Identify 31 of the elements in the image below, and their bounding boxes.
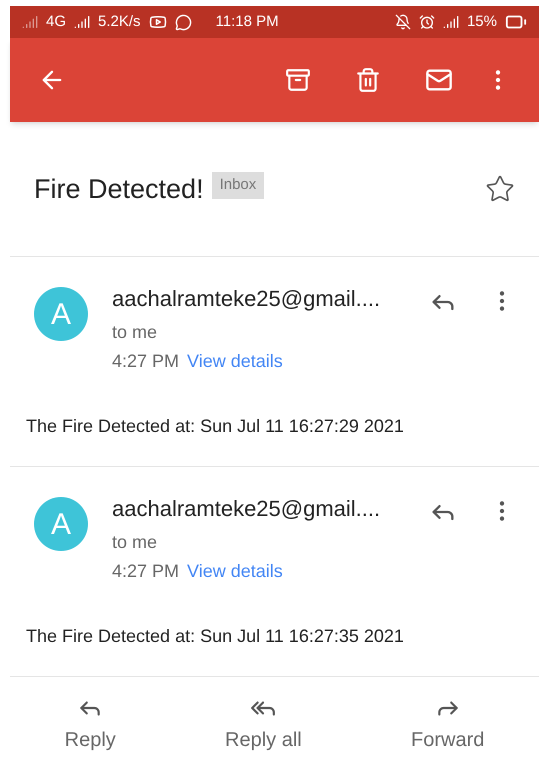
view-details-link[interactable]: View details bbox=[187, 558, 283, 585]
avatar: A bbox=[34, 287, 88, 341]
message-body: The Fire Detected at: Sun Jul 11 16:27:29 2021 bbox=[26, 415, 405, 438]
avatar: A bbox=[34, 497, 88, 551]
clock-time: 11:18 PM bbox=[216, 12, 279, 32]
trash-icon[interactable] bbox=[355, 67, 381, 93]
message-body: The Fire Detected at: Sun Jul 11 16:27:35 2021 bbox=[26, 625, 405, 648]
sender-address: aachalramteke25@gmail.... bbox=[112, 285, 382, 313]
signal-icon bbox=[442, 14, 459, 30]
video-icon bbox=[148, 13, 167, 31]
alarm-icon bbox=[418, 14, 435, 30]
action-button[interactable]: Reply all bbox=[217, 695, 310, 755]
signal-icon bbox=[74, 14, 90, 30]
action-button[interactable]: Forward bbox=[403, 695, 492, 755]
action-button[interactable]: Reply bbox=[56, 695, 124, 755]
sender-address: aachalramteke25@gmail.... bbox=[112, 495, 382, 523]
recipient-text: to me bbox=[112, 531, 158, 554]
network-speed: 5.2K/s bbox=[98, 12, 141, 32]
star-icon[interactable] bbox=[485, 174, 515, 204]
battery-percent: 15% bbox=[466, 12, 497, 32]
mute-icon bbox=[394, 14, 411, 30]
archive-icon[interactable] bbox=[285, 67, 311, 93]
inbox-label: Inbox bbox=[212, 172, 264, 198]
network-type: 4G bbox=[46, 12, 66, 32]
recipient-text: to me bbox=[112, 321, 158, 344]
signal-icon bbox=[22, 14, 38, 30]
message-time: 4:27 PM bbox=[112, 560, 180, 583]
message-time: 4:27 PM bbox=[112, 350, 180, 373]
chat-icon bbox=[174, 14, 192, 30]
email-subject: Fire Detected! bbox=[34, 172, 204, 206]
view-details-link[interactable]: View details bbox=[187, 348, 283, 375]
